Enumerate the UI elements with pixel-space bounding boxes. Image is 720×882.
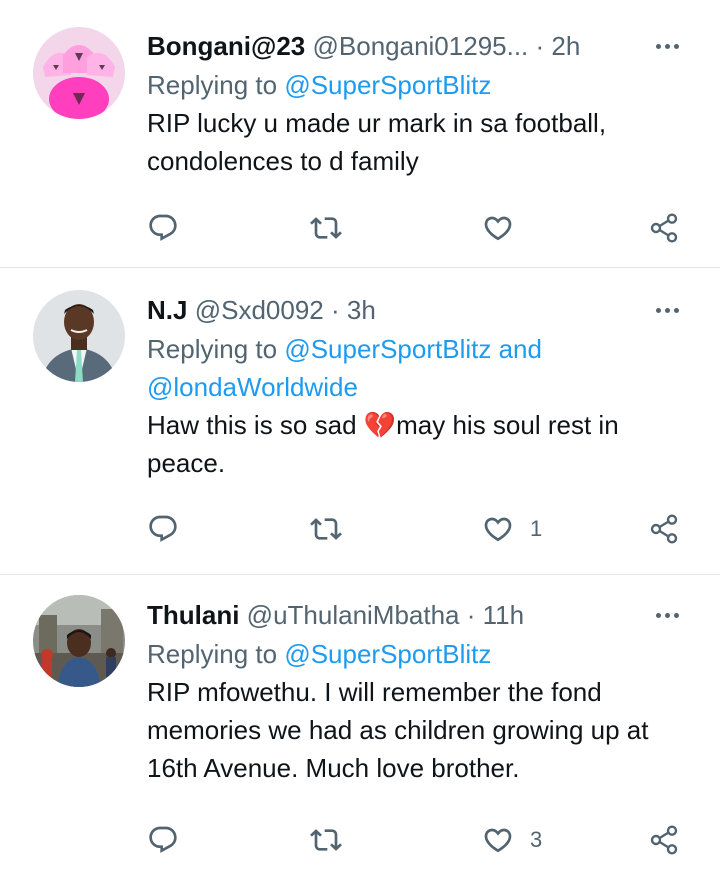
retweet-icon — [310, 829, 342, 851]
like-button[interactable]: 3 — [482, 820, 542, 860]
timestamp[interactable]: 11h — [483, 600, 524, 630]
display-name[interactable]: Bongani@23 — [147, 31, 305, 61]
separator-dot: · — [323, 295, 347, 325]
retweet-button[interactable] — [310, 509, 342, 549]
separator-dot: · — [528, 31, 552, 61]
mention-link[interactable]: @SuperSportBlitz — [284, 639, 491, 669]
timestamp[interactable]: 3h — [347, 295, 376, 325]
broken-heart-emoji: 💔 — [363, 410, 397, 440]
tweet-text: Haw this is so sad 💔may his soul rest in… — [147, 406, 684, 482]
mention-link[interactable]: @SuperSportBlitz — [284, 70, 491, 100]
heart-icon — [484, 828, 512, 853]
reply-button[interactable] — [147, 208, 179, 248]
like-count: 1 — [530, 516, 543, 541]
replying-to: Replying to @SuperSportBlitz — [147, 635, 684, 673]
tweet-text-start: Haw this is so sad — [147, 410, 364, 440]
user-handle[interactable]: @Sxd0092 — [195, 295, 324, 325]
replying-to: Replying to @SuperSportBlitz — [147, 66, 684, 104]
action-bar: 3 — [147, 820, 690, 860]
more-icon[interactable] — [650, 595, 684, 635]
avatar[interactable] — [33, 27, 125, 119]
separator-dot: · — [459, 600, 483, 630]
reply-icon — [149, 826, 177, 853]
like-button[interactable]: 1 — [482, 509, 542, 549]
replying-to-label: Replying to — [147, 334, 285, 364]
share-icon — [650, 825, 678, 855]
user-handle[interactable]: @Bongani01295... — [313, 31, 529, 61]
tweet-text: RIP mfowethu. I will remember the fond m… — [147, 677, 649, 783]
reply-button[interactable] — [147, 509, 179, 549]
user-handle[interactable]: @uThulaniMbatha — [247, 600, 460, 630]
display-name[interactable]: Thulani — [147, 600, 239, 630]
replying-to-label: Replying to — [147, 70, 285, 100]
retweet-button[interactable] — [310, 208, 342, 248]
share-button[interactable] — [648, 208, 680, 248]
more-icon[interactable] — [650, 290, 684, 330]
like-button[interactable] — [482, 208, 530, 248]
retweet-button[interactable] — [310, 820, 342, 860]
heart-icon — [484, 216, 512, 241]
share-button[interactable] — [648, 509, 680, 549]
avatar[interactable] — [33, 595, 125, 687]
action-bar — [147, 208, 690, 248]
tweet[interactable]: Bongani@23 @Bongani01295... · 2h Replyin… — [0, 0, 720, 268]
more-icon[interactable] — [650, 26, 684, 66]
display-name[interactable]: N.J — [147, 295, 187, 325]
action-bar: 1 — [147, 509, 690, 549]
like-count: 3 — [530, 827, 543, 852]
replying-to: Replying to @SuperSportBlitz and @londaW… — [147, 330, 684, 406]
tweet-text: RIP lucky u made ur mark in sa football,… — [147, 108, 607, 176]
reply-button[interactable] — [147, 820, 179, 860]
heart-icon — [484, 517, 512, 542]
retweet-icon — [310, 217, 342, 239]
tweet[interactable]: Thulani @uThulaniMbatha · 11h Replying t… — [0, 575, 720, 882]
timestamp[interactable]: 2h — [551, 31, 580, 61]
avatar[interactable] — [33, 290, 125, 382]
replying-to-label: Replying to — [147, 639, 285, 669]
share-button[interactable] — [648, 820, 680, 860]
tweet[interactable]: N.J @Sxd0092 · 3h Replying to @SuperSpor… — [0, 268, 720, 575]
reply-icon — [149, 214, 177, 241]
share-icon — [650, 213, 678, 243]
retweet-icon — [310, 518, 342, 540]
share-icon — [650, 514, 678, 544]
reply-icon — [149, 515, 177, 542]
